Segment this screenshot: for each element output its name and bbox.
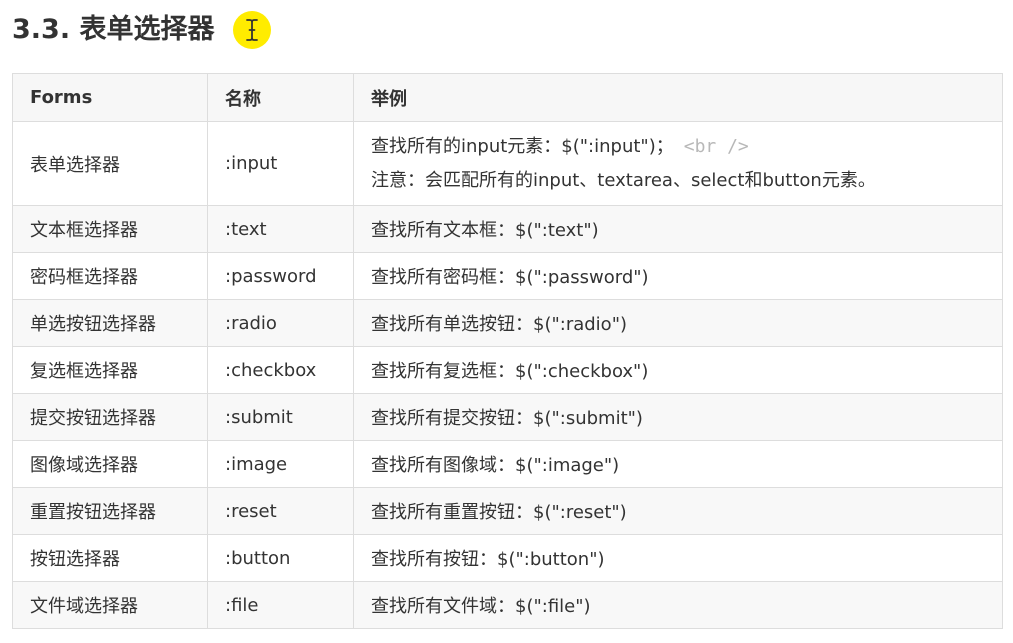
table-row: 文本框选择器 :text 查找所有文本框：$(":text") [12,205,1003,253]
table-header-row: Forms 名称 举例 [12,73,1003,122]
cell-name: 复选框选择器 [12,346,208,394]
example-text: 查找所有的input元素：$(":input")； [371,135,674,157]
header-forms: Forms [12,73,208,122]
table-row: 按钮选择器 :button 查找所有按钮：$(":button") [12,534,1003,582]
cell-example: 查找所有按钮：$(":button") [353,534,1003,582]
page-title: 3.3. 表单选择器 [12,14,215,45]
cell-selector: :text [207,205,354,253]
cell-selector: :radio [207,299,354,347]
table-row: 单选按钮选择器 :radio 查找所有单选按钮：$(":radio") [12,299,1003,347]
cell-name: 按钮选择器 [12,534,208,582]
cell-selector: :reset [207,487,354,535]
cell-name: 单选按钮选择器 [12,299,208,347]
cell-name: 文件域选择器 [12,581,208,629]
example-line: 查找所有的input元素：$(":input")； <br /> [371,130,1002,164]
cell-name: 提交按钮选择器 [12,393,208,441]
header-name: 名称 [207,73,354,122]
example-note: 注意：会匹配所有的input、textarea、select和button元素。 [371,169,876,191]
cell-name: 表单选择器 [12,121,208,206]
table-row: 提交按钮选择器 :submit 查找所有提交按钮：$(":submit") [12,393,1003,441]
cell-example: 查找所有提交按钮：$(":submit") [353,393,1003,441]
cell-example: 查找所有文本框：$(":text") [353,205,1003,253]
table-row: 密码框选择器 :password 查找所有密码框：$(":password") [12,252,1003,300]
cell-name: 重置按钮选择器 [12,487,208,535]
cell-selector: :submit [207,393,354,441]
table-row: 重置按钮选择器 :reset 查找所有重置按钮：$(":reset") [12,487,1003,535]
header-example: 举例 [353,73,1003,122]
heading-row: 3.3. 表单选择器 [12,8,271,52]
cell-example: 查找所有图像域：$(":image") [353,440,1003,488]
cell-example: 查找所有复选框：$(":checkbox") [353,346,1003,394]
code-snippet: <br /> [683,135,749,157]
table-row: 表单选择器 :input 查找所有的input元素：$(":input")； <b… [12,121,1003,206]
cell-selector: :checkbox [207,346,354,394]
cell-example: 查找所有密码框：$(":password") [353,252,1003,300]
cell-example: 查找所有文件域：$(":file") [353,581,1003,629]
table-row: 复选框选择器 :checkbox 查找所有复选框：$(":checkbox") [12,346,1003,394]
cell-example: 查找所有重置按钮：$(":reset") [353,487,1003,535]
cell-example: 查找所有的input元素：$(":input")； <br /> 注意：会匹配所有… [353,121,1003,206]
table-row: 图像域选择器 :image 查找所有图像域：$(":image") [12,440,1003,488]
cell-example: 查找所有单选按钮：$(":radio") [353,299,1003,347]
cell-selector: :button [207,534,354,582]
table-row: 文件域选择器 :file 查找所有文件域：$(":file") [12,581,1003,629]
cell-name: 密码框选择器 [12,252,208,300]
cell-name: 文本框选择器 [12,205,208,253]
text-cursor-icon [232,11,271,49]
cell-name: 图像域选择器 [12,440,208,488]
cell-selector: :input [207,121,354,206]
form-selectors-table: Forms 名称 举例 表单选择器 :input 查找所有的input元素：$(… [12,73,1003,629]
cell-selector: :image [207,440,354,488]
cell-selector: :file [207,581,354,629]
cell-selector: :password [207,252,354,300]
